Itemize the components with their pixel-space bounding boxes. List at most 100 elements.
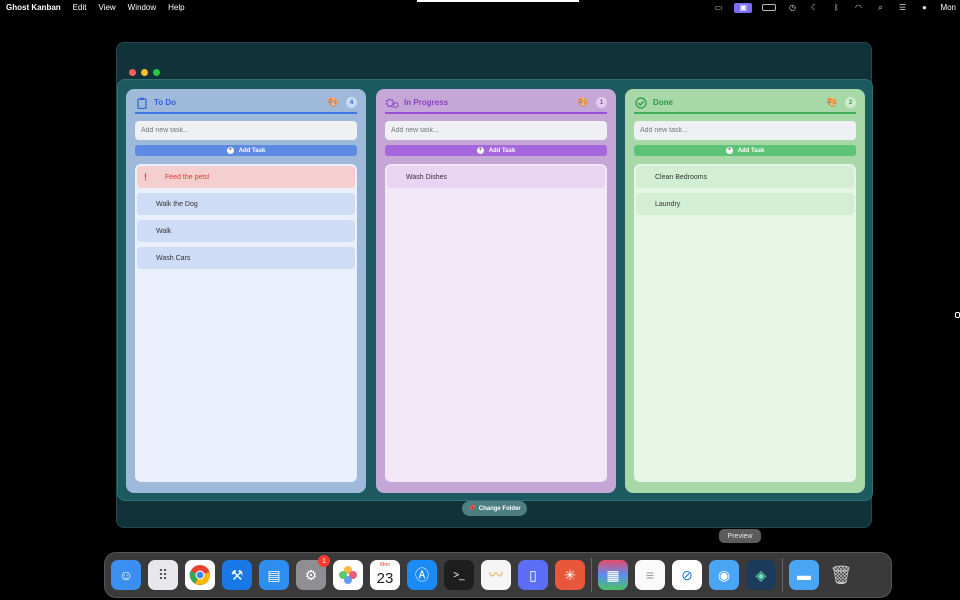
palette-icon[interactable]: 🎨 — [328, 97, 339, 108]
column-todo: To Do 🎨 4 + Add Task ! Feed the pets! Walk… — [126, 89, 366, 493]
kanban-app-icon[interactable]: ▦ — [598, 560, 628, 590]
layers-app-icon[interactable]: ◈ — [746, 560, 776, 590]
terminal-icon[interactable]: >_ — [444, 560, 474, 590]
minimize-window-button[interactable] — [141, 69, 148, 76]
add-task-label: Add Task — [488, 147, 516, 154]
window-controls — [129, 69, 160, 76]
folder-icon[interactable]: ▬ — [789, 560, 819, 590]
palette-icon[interactable]: 🎨 — [827, 97, 838, 108]
task-card[interactable]: Clean Bedrooms — [636, 166, 854, 188]
plus-icon: + — [476, 147, 484, 154]
task-card[interactable]: Wash Dishes — [387, 166, 605, 188]
pin-icon: 📌 — [468, 506, 476, 512]
xcode-icon[interactable]: ⚒ — [222, 560, 252, 590]
add-task-label: Add Task — [737, 147, 765, 154]
bluetooth-icon[interactable]: ᛒ — [830, 3, 842, 13]
menu-clock[interactable]: Mon — [940, 3, 956, 12]
task-card[interactable]: Walk the Dog — [137, 193, 355, 215]
task-count-badge: 4 — [346, 97, 357, 108]
calendar-icon[interactable]: Mon 23 — [370, 560, 400, 590]
trash-icon[interactable]: 🗑 — [826, 560, 856, 590]
change-folder-button[interactable]: 📌 Change Folder — [462, 501, 527, 516]
screen-mirror-icon[interactable]: ▣ — [734, 2, 753, 13]
task-label: Wash Cars — [156, 254, 191, 262]
finder-icon[interactable]: ☺ — [111, 560, 141, 590]
screen-notch — [417, 0, 579, 2]
launchpad-icon[interactable]: ⠿ — [148, 560, 178, 590]
close-window-button[interactable] — [129, 69, 136, 76]
notes-icon[interactable]: ≡ — [635, 560, 665, 590]
gears-icon — [385, 96, 399, 110]
task-label: Clean Bedrooms — [655, 173, 708, 181]
task-list: Wash Dishes — [385, 164, 607, 482]
kanban-board: To Do 🎨 4 + Add Task ! Feed the pets! Walk… — [117, 79, 873, 501]
add-task-button[interactable]: + Add Task — [135, 145, 357, 156]
task-card[interactable]: Laundry — [636, 193, 854, 215]
add-task-button[interactable]: + Add Task — [385, 145, 607, 156]
column-title: Done — [653, 98, 673, 107]
search-icon[interactable]: ⌕ — [874, 3, 886, 13]
change-folder-label: Change Folder — [478, 505, 521, 512]
task-label: Walk the Dog — [156, 200, 198, 208]
mouse-cursor-icon — [955, 312, 960, 318]
palette-icon[interactable]: 🎨 — [578, 97, 589, 108]
task-list: ! Feed the pets! Walk the Dog Walk Wash C… — [135, 164, 357, 482]
check-circle-icon — [634, 96, 648, 110]
task-label: Laundry — [655, 200, 681, 208]
menu-edit[interactable]: Edit — [73, 3, 87, 12]
system-settings-icon[interactable]: ⚙ 1 — [296, 555, 330, 590]
column-done: Done 🎨 2 + Add Task Clean Bedrooms Laundr… — [625, 89, 865, 493]
task-label: Feed the pets! — [165, 173, 210, 181]
moon-icon[interactable]: ☾ — [808, 3, 820, 13]
wifi-icon[interactable]: ◠ — [852, 3, 864, 13]
safari-icon[interactable]: ⊘ — [672, 560, 702, 590]
task-card[interactable]: Walk — [137, 220, 355, 242]
urgent-icon: ! — [144, 172, 147, 182]
zoom-window-button[interactable] — [153, 69, 160, 76]
display-icon[interactable]: ▭ — [712, 3, 724, 13]
menu-view[interactable]: View — [98, 3, 115, 12]
dock: ☺ ⠿ ⚒ ▤ ⚙ 1 Mon 23 Ⓐ >_ 〰 ▯ ✳ ▦ ≡ ⊘ ◉ ◈ ▬ … — [104, 552, 892, 598]
control-center-icon[interactable]: ☰ — [896, 3, 908, 13]
app-store-icon[interactable]: Ⓐ — [407, 560, 437, 590]
dock-tooltip: Preview — [719, 529, 761, 543]
plus-icon: + — [725, 147, 733, 154]
menu-window[interactable]: Window — [128, 3, 156, 12]
task-count-badge: 1 — [596, 97, 607, 108]
task-list: Clean Bedrooms Laundry — [634, 164, 856, 482]
photos-icon[interactable] — [333, 560, 363, 590]
kanban-window: To Do 🎨 4 + Add Task ! Feed the pets! Walk… — [116, 42, 873, 528]
column-header: In Progress 🎨 1 — [385, 96, 607, 114]
chrome-icon[interactable] — [185, 560, 215, 590]
column-in-progress: In Progress 🎨 1 + Add Task Wash Dishes — [376, 89, 616, 493]
clock-icon[interactable]: ◷ — [786, 3, 798, 13]
dock-separator — [591, 558, 592, 592]
menu-bar: Ghost Kanban Edit View Window Help ▭ ▣ ◷… — [0, 0, 960, 15]
siri-icon[interactable]: ● — [918, 3, 930, 13]
add-task-label: Add Task — [238, 147, 266, 154]
menu-app-name[interactable]: Ghost Kanban — [6, 3, 61, 12]
task-label: Wash Dishes — [406, 173, 447, 181]
add-task-button[interactable]: + Add Task — [634, 145, 856, 156]
new-task-input[interactable] — [135, 121, 357, 140]
files-icon[interactable]: ▤ — [259, 560, 289, 590]
menu-help[interactable]: Help — [168, 3, 184, 12]
task-card[interactable]: Wash Cars — [137, 247, 355, 269]
freeform-icon[interactable]: 〰 — [481, 560, 511, 590]
task-count-badge: 2 — [845, 97, 856, 108]
notification-badge: 1 — [318, 555, 330, 567]
column-header: To Do 🎨 4 — [135, 96, 357, 114]
column-title: In Progress — [404, 98, 449, 107]
task-card[interactable]: ! Feed the pets! — [137, 166, 355, 188]
calendar-month: Mon — [380, 562, 390, 568]
new-task-input[interactable] — [385, 121, 607, 140]
claude-icon[interactable]: ✳ — [555, 560, 585, 590]
battery-icon[interactable] — [762, 4, 777, 11]
preview-icon[interactable]: ◉ — [709, 560, 739, 590]
calendar-day: 23 — [376, 569, 394, 587]
column-title: To Do — [154, 98, 177, 107]
dock-separator — [782, 558, 783, 592]
new-task-input[interactable] — [634, 121, 856, 140]
simulator-icon[interactable]: ▯ — [518, 560, 548, 590]
clipboard-icon — [135, 96, 149, 110]
